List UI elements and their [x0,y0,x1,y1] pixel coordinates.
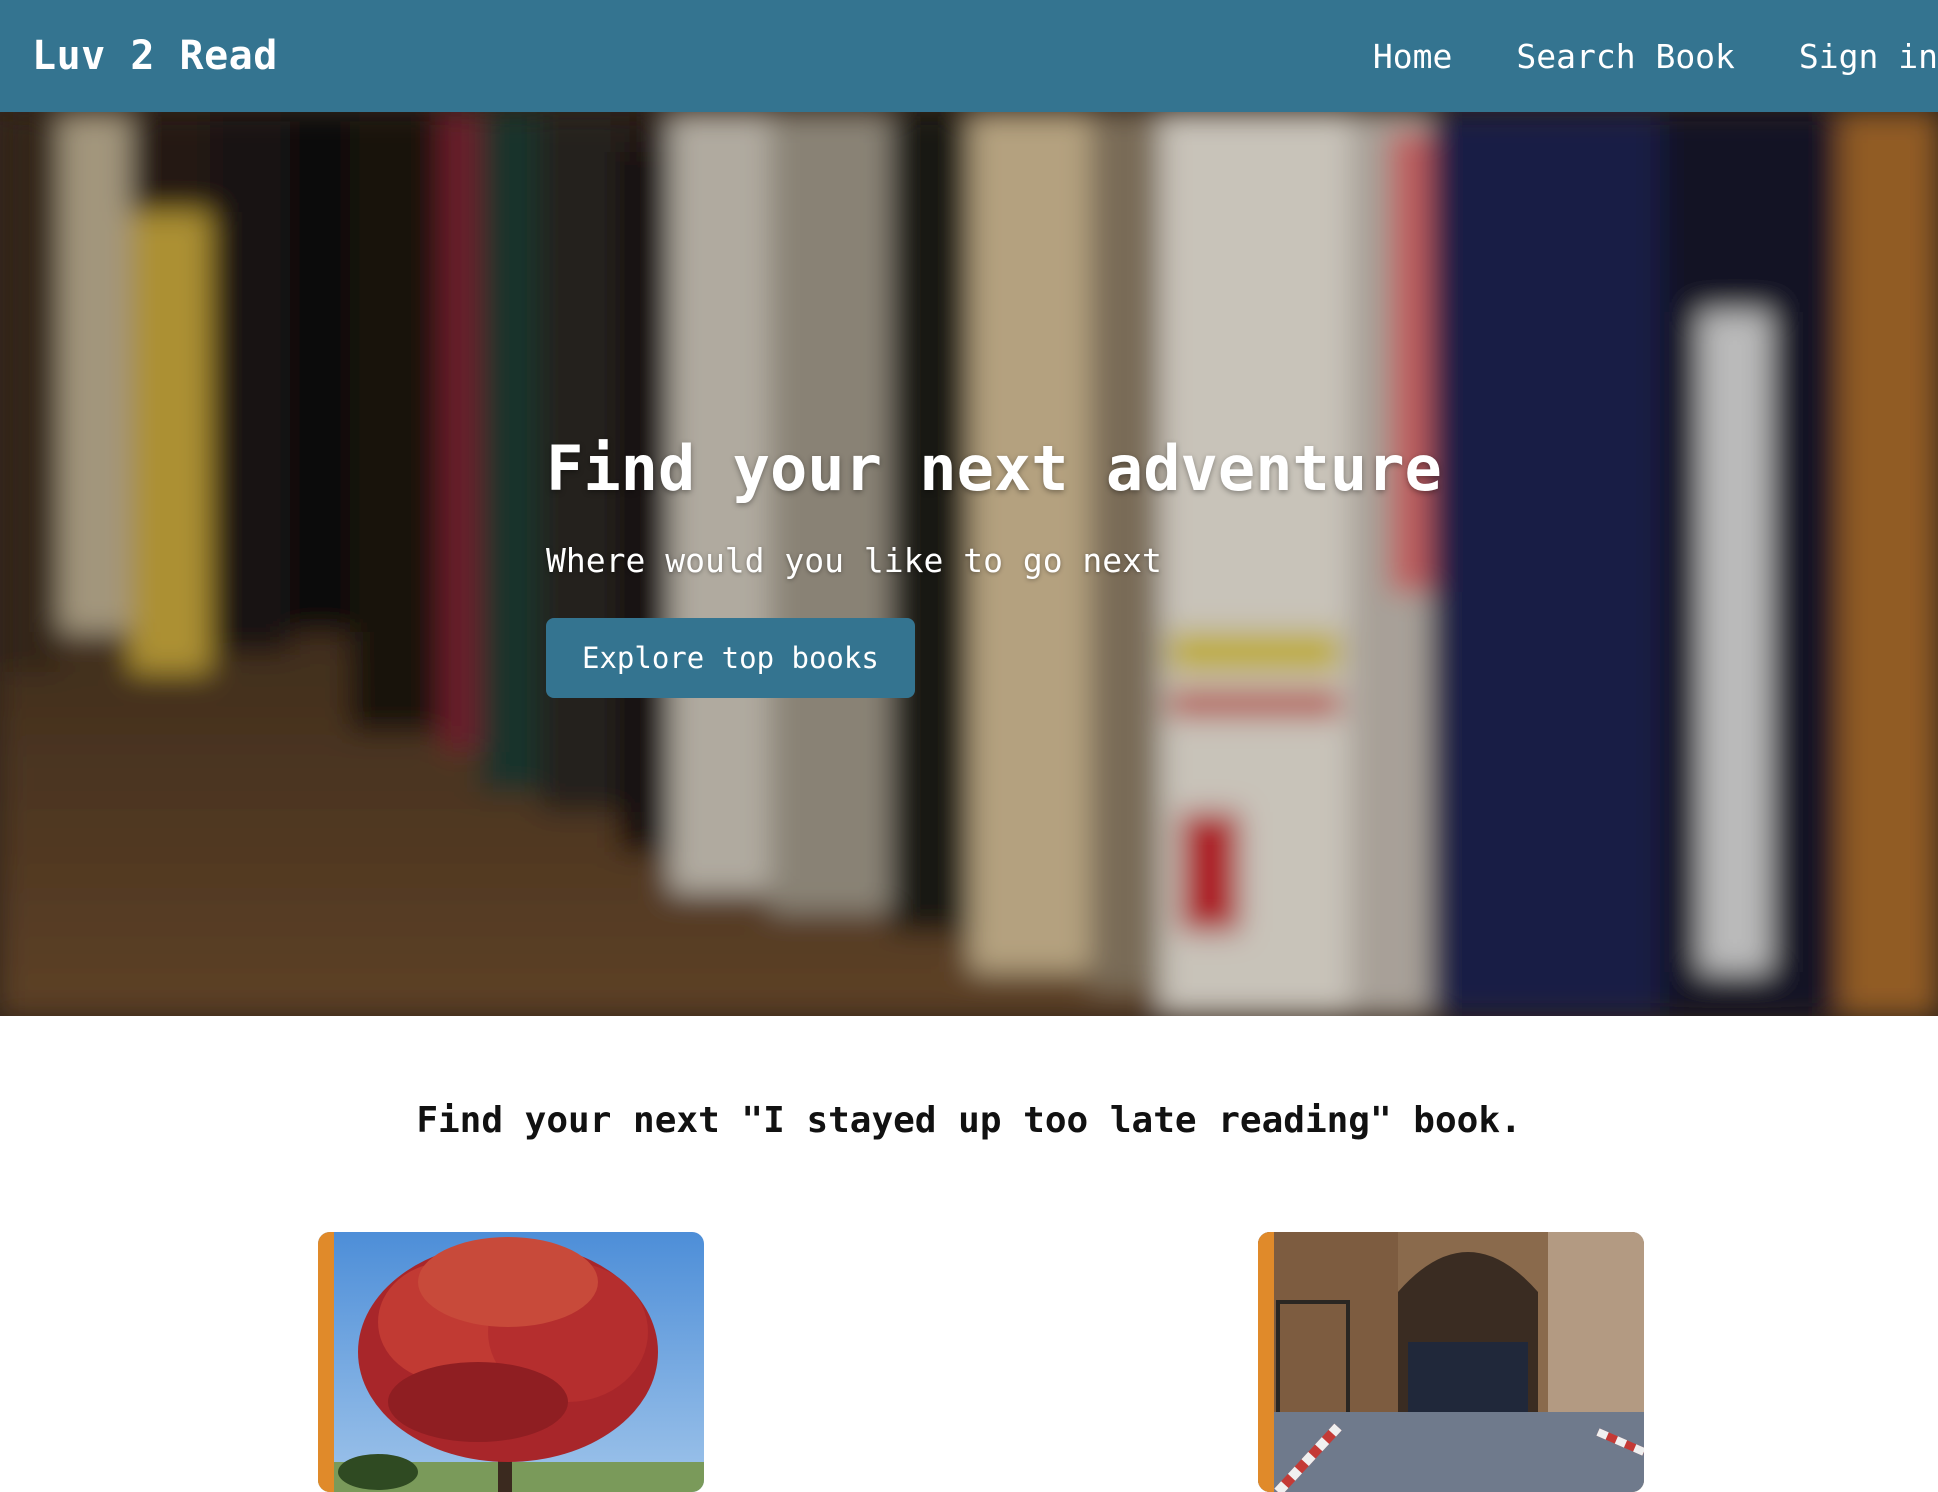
hero-section: Find your next adventure Where would you… [0,112,1938,1016]
navbar: Luv 2 Read Home Search Book Sign in [0,0,1938,112]
nav-link-sign-in[interactable]: Sign in [1799,37,1938,76]
book-cover-image [318,1232,704,1492]
nav-links: Home Search Book Sign in [1309,0,1938,112]
book-card-red-tree[interactable] [318,1232,704,1492]
nav-link-home[interactable]: Home [1373,37,1452,76]
book-cover-image [1258,1232,1644,1492]
nav-link-search-book[interactable]: Search Book [1516,37,1735,76]
hero-subtitle: Where would you like to go next [546,541,1162,580]
explore-top-books-button[interactable]: Explore top books [546,618,915,698]
book-card-stone-archway[interactable] [1258,1232,1644,1492]
section-tagline: Find your next "I stayed up too late rea… [416,1100,1522,1141]
hero-title: Find your next adventure [546,432,1442,505]
hero-content: Find your next adventure Where would you… [546,432,1442,698]
brand-logo[interactable]: Luv 2 Read [32,33,278,79]
